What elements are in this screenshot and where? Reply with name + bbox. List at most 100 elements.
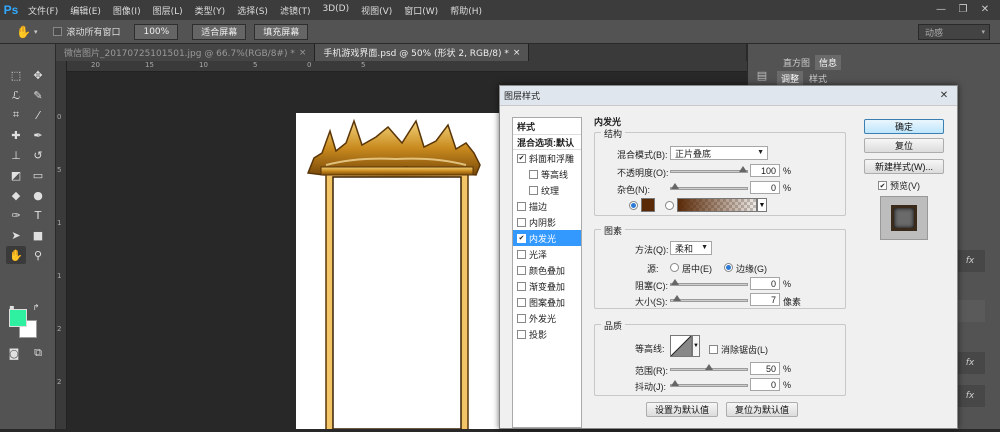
- history-brush-icon[interactable]: ↺: [28, 146, 48, 164]
- marquee-tool-icon[interactable]: ⬚: [6, 66, 26, 84]
- menu-item[interactable]: 类型(Y): [195, 4, 226, 17]
- style-item[interactable]: 纹理: [513, 182, 581, 198]
- style-item[interactable]: 渐变叠加: [513, 278, 581, 294]
- checkbox-icon[interactable]: [529, 169, 538, 179]
- workspace-select[interactable]: 动感 ▾: [918, 24, 990, 40]
- scroll-all-checkbox[interactable]: 滚动所有窗口: [53, 25, 120, 38]
- hand-tool-icon[interactable]: ✋: [16, 25, 31, 39]
- menu-item[interactable]: 滤镜(T): [280, 4, 311, 17]
- tab-info[interactable]: 信息: [815, 55, 842, 70]
- center-radio[interactable]: [670, 263, 679, 272]
- blend-options-item[interactable]: 混合选项:默认: [513, 134, 581, 150]
- style-item[interactable]: 外发光: [513, 310, 581, 326]
- blur-tool-icon[interactable]: ◆: [6, 186, 26, 204]
- checkbox-icon[interactable]: [517, 281, 526, 291]
- zoom-tool-icon[interactable]: ⚲: [28, 246, 48, 264]
- menu-item[interactable]: 图层(L): [153, 4, 183, 17]
- layer-fx-badge[interactable]: fx: [955, 250, 985, 272]
- slider-thumb[interactable]: [673, 295, 682, 301]
- healing-brush-icon[interactable]: ✚: [6, 126, 26, 144]
- edge-radio[interactable]: [724, 263, 733, 272]
- close-icon[interactable]: ✕: [937, 89, 951, 102]
- slider-thumb[interactable]: [671, 183, 679, 189]
- jitter-slider[interactable]: [670, 380, 748, 387]
- menu-item[interactable]: 图像(I): [113, 4, 141, 17]
- stamp-tool-icon[interactable]: ⊥: [6, 146, 26, 164]
- choke-slider[interactable]: [670, 279, 748, 286]
- range-slider[interactable]: [670, 364, 748, 371]
- history-panel-icon[interactable]: ▤: [752, 66, 772, 84]
- tab-wechat-image[interactable]: 微信图片_20170725101501.jpg @ 66.7%(RGB/8#) …: [56, 44, 316, 61]
- quick-mask-icon[interactable]: ◙: [4, 344, 24, 362]
- checkbox-icon[interactable]: [517, 297, 526, 307]
- layer-fx-badge[interactable]: fx: [955, 352, 985, 374]
- checkbox-icon[interactable]: [517, 217, 526, 227]
- lasso-tool-icon[interactable]: ℒ: [6, 86, 26, 104]
- checkbox-icon[interactable]: [517, 249, 526, 259]
- menu-item[interactable]: 编辑(E): [70, 4, 101, 17]
- range-input[interactable]: 50: [750, 362, 780, 375]
- quick-select-icon[interactable]: ✎: [28, 86, 48, 104]
- noise-input[interactable]: 0: [750, 181, 780, 194]
- opacity-slider[interactable]: [670, 166, 748, 173]
- fill-screen-button[interactable]: 填充屏幕: [254, 23, 309, 40]
- reset-default-button[interactable]: 复位为默认值: [726, 402, 798, 417]
- swap-colors-icon[interactable]: ↱: [30, 302, 42, 312]
- slider-thumb[interactable]: [671, 279, 679, 285]
- contour-preview[interactable]: [670, 335, 692, 357]
- rectangle-tool-icon[interactable]: ■: [28, 226, 48, 244]
- solid-color-radio[interactable]: [629, 201, 638, 210]
- menu-item[interactable]: 3D(D): [322, 4, 349, 17]
- eyedropper-icon[interactable]: ⁄: [28, 106, 48, 124]
- checkbox-icon[interactable]: ✔: [517, 153, 526, 163]
- gradient-radio[interactable]: [665, 201, 674, 210]
- menu-item[interactable]: 窗口(W): [404, 4, 438, 17]
- choke-input[interactable]: 0: [750, 277, 780, 290]
- layer-fx-badge[interactable]: fx: [955, 385, 985, 407]
- checkbox-icon[interactable]: [517, 265, 526, 275]
- size-input[interactable]: 7: [750, 293, 780, 306]
- dodge-tool-icon[interactable]: ●: [28, 186, 48, 204]
- style-item[interactable]: 颜色叠加: [513, 262, 581, 278]
- menu-item[interactable]: 选择(S): [237, 4, 268, 17]
- tab-histogram[interactable]: 直方图: [779, 55, 814, 70]
- ok-button[interactable]: 确定: [864, 119, 944, 134]
- menu-item[interactable]: 文件(F): [28, 4, 58, 17]
- checkbox-icon[interactable]: [517, 329, 526, 339]
- styles-header[interactable]: 样式: [513, 118, 581, 134]
- style-item[interactable]: 投影: [513, 326, 581, 342]
- style-item[interactable]: 描边: [513, 198, 581, 214]
- brush-tool-icon[interactable]: ✒: [28, 126, 48, 144]
- style-item[interactable]: 等高线: [513, 166, 581, 182]
- noise-slider[interactable]: [670, 183, 748, 190]
- checkbox-icon[interactable]: [529, 185, 538, 195]
- reset-button[interactable]: 复位: [864, 138, 944, 153]
- menu-item[interactable]: 视图(V): [361, 4, 392, 17]
- slider-thumb[interactable]: [739, 166, 747, 172]
- preview-checkbox[interactable]: ✔ 预览(V): [878, 179, 920, 192]
- chevron-down-icon[interactable]: ▼: [692, 335, 700, 357]
- path-select-icon[interactable]: ➤: [6, 226, 26, 244]
- tab-mobile-game-ui[interactable]: 手机游戏界面.psd @ 50% (形状 2, RGB/8) * ×: [315, 44, 530, 61]
- hand-tool-icon[interactable]: ✋: [6, 246, 26, 264]
- new-style-button[interactable]: 新建样式(W)...: [864, 159, 944, 174]
- opacity-input[interactable]: 100: [750, 164, 780, 177]
- checkbox-icon[interactable]: [517, 201, 526, 211]
- chevron-down-icon[interactable]: ▾: [34, 28, 38, 36]
- jitter-input[interactable]: 0: [750, 378, 780, 391]
- style-item[interactable]: 内阴影: [513, 214, 581, 230]
- move-tool-icon[interactable]: ✥: [28, 66, 48, 84]
- zoom-100-button[interactable]: 100%: [134, 23, 179, 40]
- crop-tool-icon[interactable]: ⌗: [6, 106, 26, 124]
- set-default-button[interactable]: 设置为默认值: [646, 402, 718, 417]
- tab-adjustments[interactable]: 调整: [777, 71, 804, 86]
- size-slider[interactable]: [670, 295, 748, 302]
- blend-mode-select[interactable]: 正片叠底 ▼: [670, 146, 768, 160]
- glow-color-swatch[interactable]: [641, 198, 655, 212]
- slider-thumb[interactable]: [705, 364, 713, 370]
- eraser-tool-icon[interactable]: ◩: [6, 166, 26, 184]
- gradient-tool-icon[interactable]: ▭: [28, 166, 48, 184]
- foreground-color-swatch[interactable]: [9, 309, 27, 327]
- checkbox-icon[interactable]: ✔: [517, 233, 526, 243]
- fit-screen-button[interactable]: 适合屏幕: [192, 23, 247, 40]
